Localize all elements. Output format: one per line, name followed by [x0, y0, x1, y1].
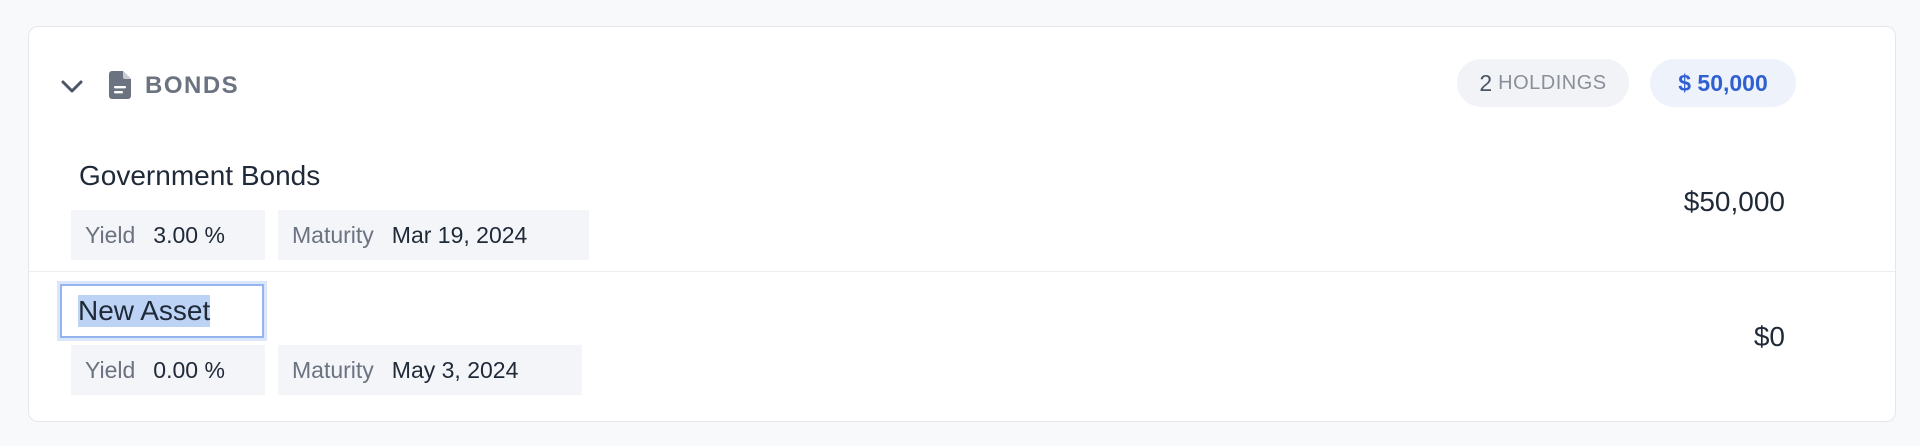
- yield-chip[interactable]: Yield 0.00 %: [71, 345, 265, 395]
- yield-value[interactable]: 3.00 %: [153, 222, 225, 249]
- holdings-count-badge: 2 HOLDINGS: [1457, 59, 1629, 107]
- holdings-count: 2: [1479, 69, 1493, 96]
- asset-name[interactable]: Government Bonds: [79, 159, 320, 193]
- maturity-chip[interactable]: Maturity Mar 19, 2024: [278, 210, 589, 260]
- yield-label: Yield: [85, 356, 136, 383]
- maturity-label: Maturity: [292, 356, 374, 383]
- document-icon: [109, 71, 131, 99]
- yield-value[interactable]: 0.00 %: [153, 357, 225, 384]
- maturity-label: Maturity: [292, 221, 374, 248]
- asset-name-selected-text: New Asset: [78, 295, 211, 327]
- asset-row[interactable]: Government Bonds Yield 3.00 % Maturity M…: [29, 137, 1895, 272]
- section-header[interactable]: BONDS 2 HOLDINGS $ 50,000: [29, 27, 1895, 137]
- section-title: BONDS: [145, 72, 240, 99]
- asset-value[interactable]: $0: [1754, 320, 1785, 354]
- asset-value[interactable]: $50,000: [1684, 185, 1785, 219]
- holdings-label: HOLDINGS: [1498, 71, 1607, 94]
- yield-label: Yield: [85, 221, 136, 248]
- section-total-badge: $ 50,000: [1650, 59, 1796, 107]
- maturity-value[interactable]: Mar 19, 2024: [392, 222, 528, 249]
- maturity-value[interactable]: May 3, 2024: [392, 357, 519, 384]
- bonds-card: BONDS 2 HOLDINGS $ 50,000 Government Bon…: [28, 26, 1896, 422]
- asset-row[interactable]: New Asset Yield 0.00 % Maturity May 3, 2…: [29, 272, 1895, 407]
- chevron-down-icon[interactable]: [59, 73, 85, 99]
- yield-chip[interactable]: Yield 3.00 %: [71, 210, 265, 260]
- asset-name-input[interactable]: New Asset: [60, 284, 264, 338]
- maturity-chip[interactable]: Maturity May 3, 2024: [278, 345, 582, 395]
